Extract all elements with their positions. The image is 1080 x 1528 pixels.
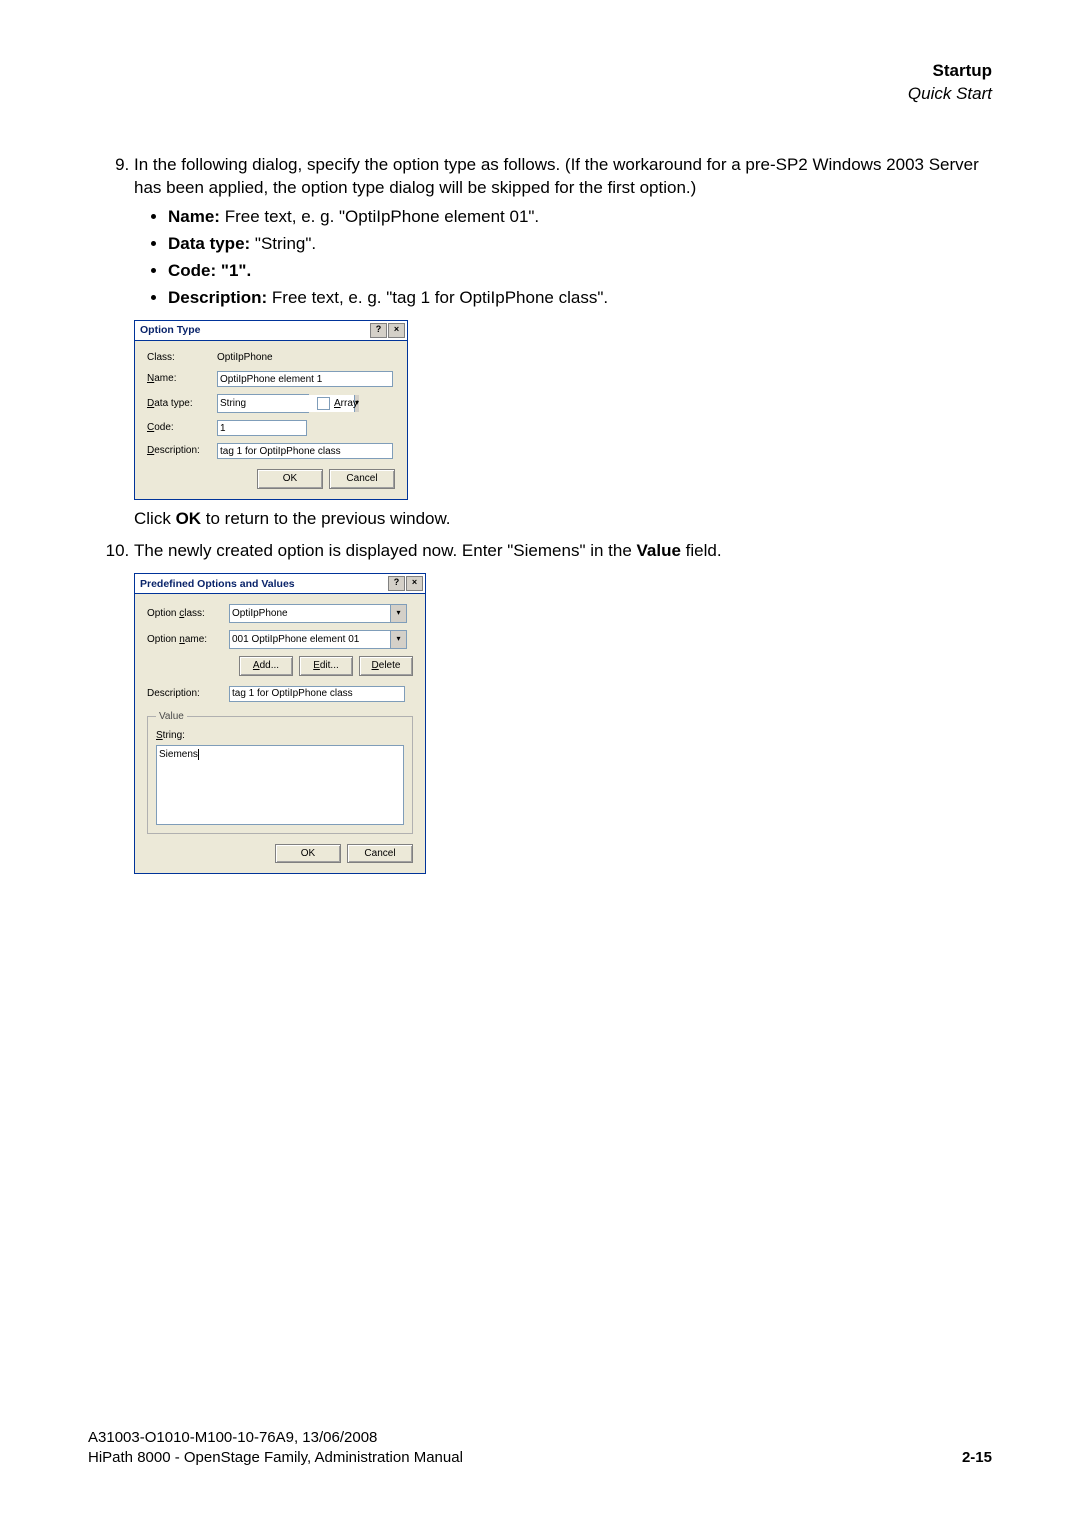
ok-button[interactable]: OK xyxy=(257,469,323,489)
checkbox-box[interactable] xyxy=(317,397,330,410)
dialog2-titlebar[interactable]: Predefined Options and Values ? × xyxy=(135,574,425,594)
steps-list: In the following dialog, specify the opt… xyxy=(88,154,992,875)
name-label: Name: xyxy=(147,372,217,386)
cancel-button[interactable]: Cancel xyxy=(329,469,395,489)
bullet-description: Description: Free text, e. g. "tag 1 for… xyxy=(168,287,992,310)
bullet-name: Name: Free text, e. g. "OptiIpPhone elem… xyxy=(168,206,992,229)
dialog1-title: Option Type xyxy=(140,323,200,337)
close-icon[interactable]: × xyxy=(388,323,405,338)
step9-click-line: Click OK to return to the previous windo… xyxy=(134,508,992,531)
help-icon[interactable]: ? xyxy=(388,576,405,591)
page-header: Startup Quick Start xyxy=(88,60,992,106)
add-button[interactable]: Add... xyxy=(239,656,293,676)
array-label: Array xyxy=(334,397,358,411)
option-name-value[interactable] xyxy=(230,631,390,648)
code-label: Code: xyxy=(147,421,217,435)
predefined-options-dialog: Predefined Options and Values ? × Option… xyxy=(134,573,426,874)
edit-button[interactable]: Edit... xyxy=(299,656,353,676)
dialog2-body: Option class: ▾ Option name: ▾ Add... Ed xyxy=(135,594,425,873)
option-name-label: Option name: xyxy=(147,633,229,647)
datatype-label: Data type: xyxy=(147,397,217,411)
class-label: Class: xyxy=(147,351,217,365)
footer-title: HiPath 8000 - OpenStage Family, Administ… xyxy=(88,1448,992,1468)
option-type-dialog: Option Type ? × Class:OptiIpPhone Name: … xyxy=(134,320,408,500)
bullet-code: Code: "1". xyxy=(168,260,992,283)
dialog1-body: Class:OptiIpPhone Name: Data type: ▾ Arr… xyxy=(135,341,407,499)
string-textarea[interactable]: Siemens xyxy=(156,745,404,825)
description-label2: Description: xyxy=(147,687,229,701)
name-input[interactable] xyxy=(217,371,393,387)
page-footer: A31003-O1010-M100-10-76A9, 13/06/2008 Hi… xyxy=(88,1428,992,1469)
value-legend: Value xyxy=(156,710,187,724)
code-input[interactable] xyxy=(217,420,307,436)
option-class-value[interactable] xyxy=(230,605,390,622)
dialog2-title: Predefined Options and Values xyxy=(140,577,295,591)
bullet-datatype: Data type: "String". xyxy=(168,233,992,256)
description-input2[interactable] xyxy=(229,686,405,702)
array-checkbox[interactable]: Array xyxy=(317,397,358,411)
step9-bullets: Name: Free text, e. g. "OptiIpPhone elem… xyxy=(134,206,992,310)
option-class-label: Option class: xyxy=(147,607,229,621)
chevron-down-icon[interactable]: ▾ xyxy=(390,605,406,622)
option-class-dropdown[interactable]: ▾ xyxy=(229,604,407,623)
datatype-dropdown[interactable]: ▾ xyxy=(217,394,309,413)
step-9: In the following dialog, specify the opt… xyxy=(134,154,992,531)
close-icon[interactable]: × xyxy=(406,576,423,591)
header-startup: Startup xyxy=(88,60,992,83)
class-value: OptiIpPhone xyxy=(217,351,273,365)
step9-intro: In the following dialog, specify the opt… xyxy=(134,155,979,197)
option-name-dropdown[interactable]: ▾ xyxy=(229,630,407,649)
string-label: String: xyxy=(156,729,404,743)
header-quick-start: Quick Start xyxy=(88,83,992,106)
description-input[interactable] xyxy=(217,443,393,459)
cancel-button[interactable]: Cancel xyxy=(347,844,413,864)
dialog1-titlebar[interactable]: Option Type ? × xyxy=(135,321,407,341)
step10-text: The newly created option is displayed no… xyxy=(134,541,722,560)
step-10: The newly created option is displayed no… xyxy=(134,540,992,874)
delete-button[interactable]: Delete xyxy=(359,656,413,676)
chevron-down-icon[interactable]: ▾ xyxy=(390,631,406,648)
value-group: Value String: Siemens xyxy=(147,710,413,834)
description-label: Description: xyxy=(147,444,217,458)
footer-docid: A31003-O1010-M100-10-76A9, 13/06/2008 xyxy=(88,1428,992,1448)
ok-button[interactable]: OK xyxy=(275,844,341,864)
page-number: 2-15 xyxy=(962,1448,992,1468)
help-icon[interactable]: ? xyxy=(370,323,387,338)
